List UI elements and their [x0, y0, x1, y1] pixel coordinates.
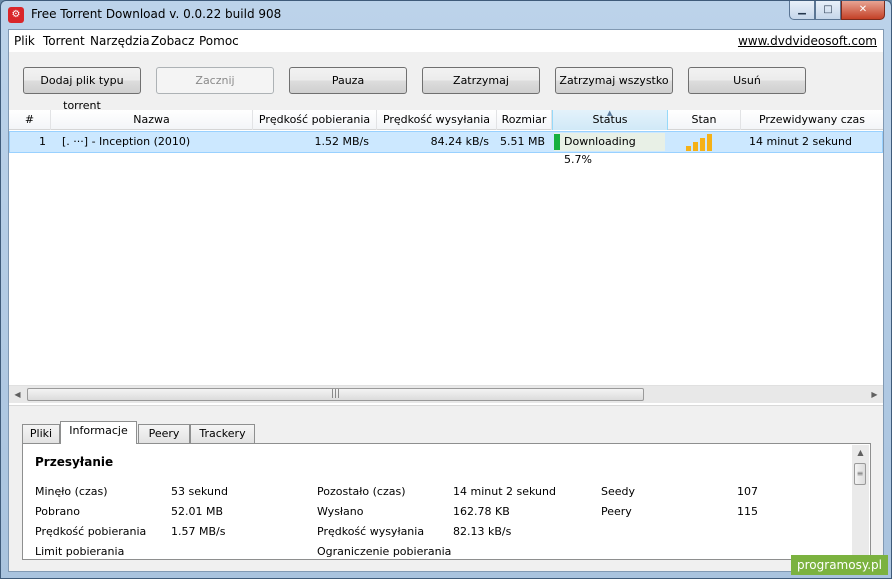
health-bar-3: [700, 138, 705, 151]
website-link[interactable]: www.dvdvideosoft.com: [738, 34, 877, 48]
column-header-download-speed[interactable]: Prędkość pobierania: [253, 110, 377, 130]
vertical-scrollbar[interactable]: ▲ ≡: [852, 445, 869, 558]
tab-trackery[interactable]: Trackery: [190, 424, 255, 443]
remove-button[interactable]: Usuń: [688, 67, 806, 94]
table-row[interactable]: 1 [. ···] - Inception (2010) 1.52 MB/s 8…: [9, 131, 883, 166]
menu-pomoc[interactable]: Pomoc: [199, 34, 239, 48]
menu-bar: Plik Torrent Narzędzia Zobacz Pomoc www.…: [9, 30, 883, 52]
pause-button[interactable]: Pauza: [289, 67, 407, 94]
stop-button[interactable]: Zatrzymaj: [422, 67, 540, 94]
elapsed-value: 53 sekund: [171, 485, 228, 498]
menu-torrent[interactable]: Torrent: [43, 34, 85, 48]
uploaded-label: Wysłano: [317, 505, 364, 518]
column-header-size[interactable]: Rozmiar: [497, 110, 552, 130]
close-button[interactable]: ✕: [841, 1, 885, 20]
remaining-value: 14 minut 2 sekund: [453, 485, 556, 498]
download-speed-value: 1.57 MB/s: [171, 525, 226, 538]
app-window: ⚙ Free Torrent Download v. 0.0.22 build …: [0, 0, 892, 579]
sort-ascending-icon: ▲: [607, 109, 613, 117]
peers-value: 115: [737, 505, 758, 518]
row-name: [. ···] - Inception (2010): [62, 135, 191, 148]
health-bar-1: [686, 146, 691, 151]
menu-narzedzia[interactable]: Narzędzia: [90, 34, 150, 48]
row-download-speed: 1.52 MB/s: [314, 135, 369, 148]
download-speed-label: Prędkość pobierania: [35, 525, 147, 538]
upload-limit-label: Ograniczenie pobierania: [317, 545, 452, 558]
app-logo-icon: ⚙: [8, 7, 24, 23]
watermark-logo: programosy.pl: [791, 555, 888, 575]
client-area: Plik Torrent Narzędzia Zobacz Pomoc www.…: [8, 29, 884, 572]
start-button[interactable]: Zacznij: [156, 67, 274, 94]
health-bar-4: [707, 134, 712, 151]
upload-speed-value: 82.13 kB/s: [453, 525, 512, 538]
menu-zobacz[interactable]: Zobacz: [151, 34, 194, 48]
seeds-label: Seedy: [601, 485, 636, 498]
scroll-up-icon[interactable]: ▲: [852, 445, 869, 461]
scrollbar-thumb[interactable]: |||: [27, 388, 644, 401]
window-controls: ▁ □ ✕: [789, 1, 885, 21]
seeds-value: 107: [737, 485, 758, 498]
minimize-button[interactable]: ▁: [789, 1, 815, 20]
menu-plik[interactable]: Plik: [14, 34, 35, 48]
vertical-scrollbar-thumb[interactable]: ≡: [854, 463, 866, 485]
panel-splitter[interactable]: [9, 405, 883, 411]
health-bars-icon: [686, 133, 726, 151]
info-panel: Przesyłanie Minęło (czas) 53 sekund Pobr…: [22, 443, 871, 560]
scroll-left-icon[interactable]: ◀: [9, 386, 26, 403]
column-header-status[interactable]: ▲ Status: [552, 109, 668, 130]
tab-pliki[interactable]: Pliki: [22, 424, 60, 443]
horizontal-scrollbar[interactable]: ◀ ||| ▶: [9, 385, 883, 403]
upload-speed-label: Prędkość wysyłania: [317, 525, 425, 538]
row-number: 1: [39, 135, 46, 148]
column-header-eta[interactable]: Przewidywany czas: [741, 110, 883, 130]
table-header: # Nazwa Prędkość pobierania Prędkość wys…: [9, 109, 883, 130]
column-header-number[interactable]: #: [9, 110, 51, 130]
row-status-progress: Downloading 5.7%: [554, 133, 665, 166]
tab-informacje[interactable]: Informacje: [60, 421, 137, 444]
add-torrent-button[interactable]: Dodaj plik typu torrent: [23, 67, 141, 112]
column-header-name[interactable]: Nazwa: [51, 110, 253, 130]
status-progress-fill: [554, 134, 560, 150]
maximize-button[interactable]: □: [815, 1, 841, 20]
downloaded-value: 52.01 MB: [171, 505, 224, 518]
title-bar[interactable]: ⚙ Free Torrent Download v. 0.0.22 build …: [1, 1, 891, 29]
torrent-table: # Nazwa Prędkość pobierania Prędkość wys…: [9, 109, 883, 405]
row-status-text: Downloading 5.7%: [564, 135, 636, 166]
downloaded-label: Pobrano: [35, 505, 80, 518]
window-title: Free Torrent Download v. 0.0.22 build 90…: [31, 7, 282, 21]
health-bar-2: [693, 142, 698, 151]
column-header-upload-speed[interactable]: Prędkość wysyłania: [377, 110, 497, 130]
column-header-state[interactable]: Stan: [668, 110, 741, 130]
section-title: Przesyłanie: [35, 455, 114, 469]
scroll-right-icon[interactable]: ▶: [866, 386, 883, 403]
stop-all-button[interactable]: Zatrzymaj wszystko: [555, 67, 673, 94]
remaining-label: Pozostało (czas): [317, 485, 406, 498]
row-upload-speed: 84.24 kB/s: [430, 135, 489, 148]
peers-label: Peery: [601, 505, 632, 518]
download-limit-label: Limit pobierania: [35, 545, 125, 558]
uploaded-value: 162.78 KB: [453, 505, 510, 518]
row-eta: 14 minut 2 sekund: [749, 135, 852, 148]
toolbar: Dodaj plik typu torrent Zacznij Pauza Za…: [9, 52, 883, 112]
tab-peery[interactable]: Peery: [138, 424, 190, 443]
row-size: 5.51 MB: [499, 135, 545, 148]
elapsed-label: Minęło (czas): [35, 485, 108, 498]
